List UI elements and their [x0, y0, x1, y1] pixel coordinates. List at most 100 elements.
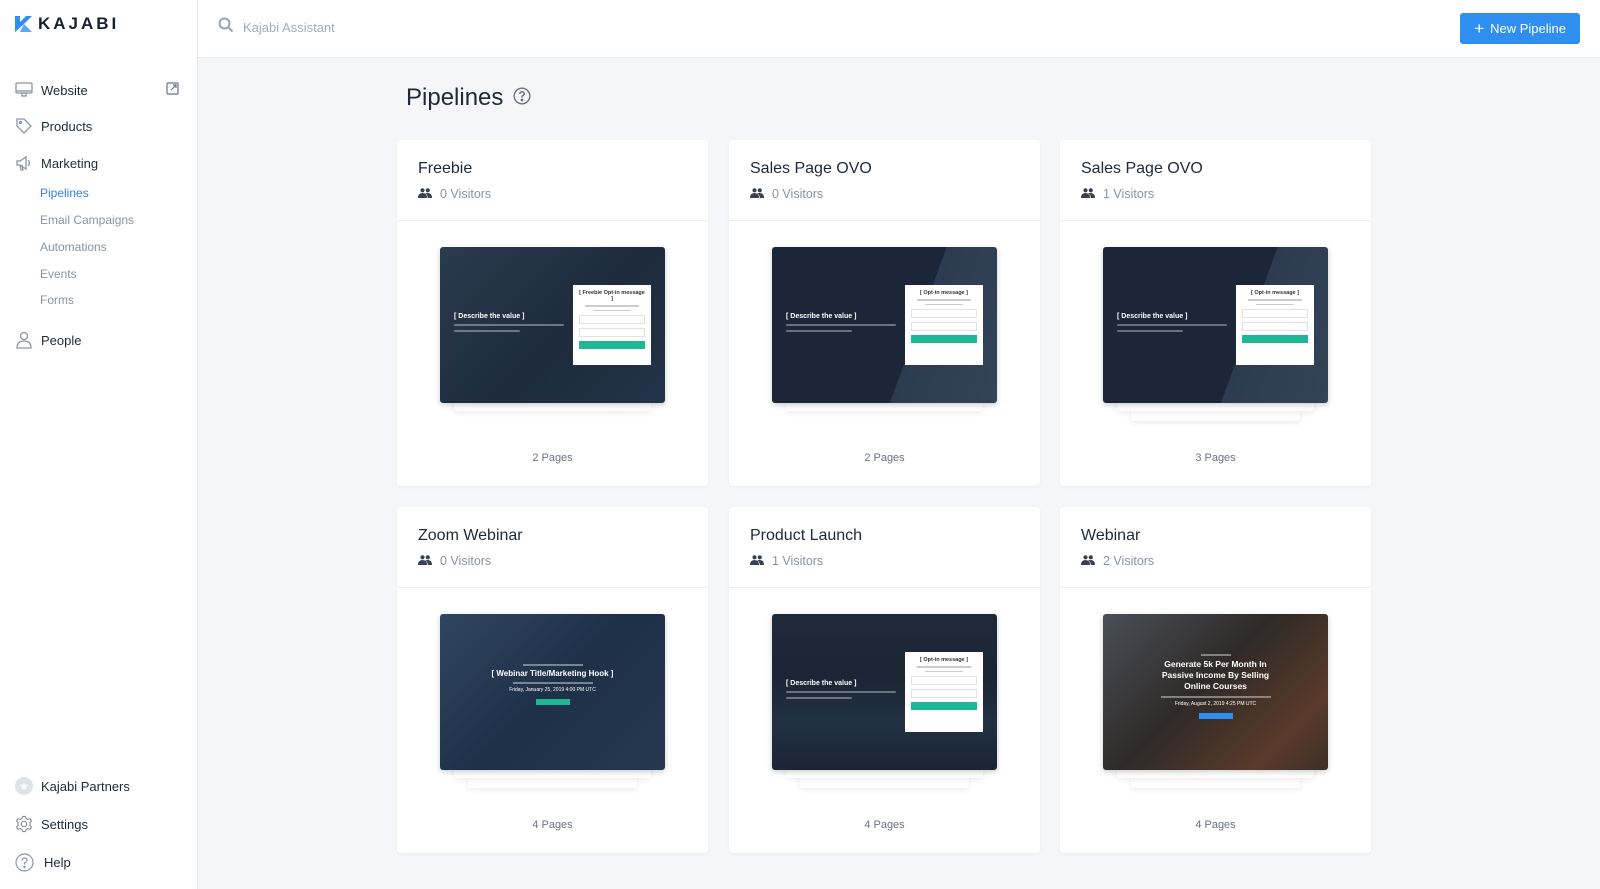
sidebar-item-marketing[interactable]: Marketing: [14, 151, 179, 175]
external-link-icon[interactable]: [166, 82, 179, 98]
sidebar-item-label: Settings: [41, 816, 88, 832]
thumbnail-form-title: [ Opt-in message ]: [1251, 290, 1299, 296]
pipeline-card[interactable]: Webinar 2 Visitors Generate 5k Per Month…: [1060, 507, 1371, 853]
pipeline-pages-count: 2 Pages: [532, 452, 573, 464]
thumbnail-heading: [ Webinar Title/Marketing Hook ]: [491, 669, 614, 678]
sidebar-item-products[interactable]: Products: [14, 114, 179, 138]
pipeline-pages-count: 4 Pages: [864, 819, 905, 831]
landing-page-thumbnail: [ Describe the value ] [ Freebie Opt-in m…: [440, 247, 665, 403]
kajabi-logo[interactable]: KAJABI: [15, 14, 119, 34]
thumbnail-heading: [ Describe the value ]: [786, 313, 857, 320]
pipeline-card[interactable]: Sales Page OVO 0 Visitors [ Describe the…: [729, 140, 1040, 486]
thumbnail-heading: [ Describe the value ]: [786, 680, 857, 687]
pipeline-card-header: Webinar 2 Visitors: [1060, 507, 1371, 588]
landing-page-thumbnail: [ Describe the value ] [ Opt-in message ]: [772, 614, 997, 770]
visitors-count: 1 Visitors: [1103, 187, 1155, 201]
visitors-count: 0 Visitors: [772, 187, 824, 201]
pipeline-card[interactable]: Sales Page OVO 1 Visitors [ Describe the…: [1060, 140, 1371, 486]
pipeline-title: Freebie: [418, 160, 473, 177]
pipeline-title: Webinar: [1081, 527, 1141, 544]
pipeline-preview[interactable]: [ Describe the value ] [ Freebie Opt-in m…: [440, 247, 665, 411]
pipeline-preview[interactable]: [ Describe the value ] [ Opt-in message ]: [1103, 247, 1328, 421]
pipeline-visitors: 2 Visitors: [1081, 554, 1350, 568]
pipeline-card-header: Freebie 0 Visitors: [397, 140, 708, 221]
megaphone-icon: [14, 153, 34, 173]
thumbnail-heading: [ Describe the value ]: [454, 313, 525, 320]
thumbnail-date: Friday, January 25, 2019 4:00 PM UTC: [509, 687, 596, 693]
pipeline-card-header: Sales Page OVO 0 Visitors: [729, 140, 1040, 221]
people-icon: [1081, 187, 1095, 201]
pipeline-title: Sales Page OVO: [750, 160, 872, 177]
sidebar-item-people[interactable]: People: [14, 328, 179, 352]
pipeline-visitors: 0 Visitors: [418, 554, 687, 568]
monitor-icon: [14, 80, 34, 100]
pipeline-card-header: Product Launch 1 Visitors: [729, 507, 1040, 588]
pipeline-card[interactable]: Freebie 0 Visitors [ Describe the value …: [397, 140, 708, 486]
sidebar-subitem-pipelines[interactable]: Pipelines: [40, 186, 89, 200]
search-icon: [218, 17, 234, 38]
pipeline-visitors: 1 Visitors: [1081, 187, 1350, 201]
brand-name: KAJABI: [38, 14, 120, 33]
visitors-count: 1 Visitors: [772, 554, 824, 568]
sidebar-subitem-forms[interactable]: Forms: [40, 293, 74, 307]
visitors-count: 0 Visitors: [440, 187, 492, 201]
pipeline-preview[interactable]: [ Describe the value ] [ Opt-in message ]: [772, 614, 997, 788]
help-circle-icon[interactable]: [513, 86, 531, 110]
help-circle-icon: [14, 852, 34, 872]
pipeline-card-header: Sales Page OVO 1 Visitors: [1060, 140, 1371, 221]
sidebar-item-settings[interactable]: Settings: [14, 812, 179, 836]
pipeline-visitors: 0 Visitors: [418, 187, 687, 201]
thumbnail-hero-text: [ Describe the value ]: [786, 313, 896, 332]
landing-page-thumbnail: Generate 5k Per Month In Passive Income …: [1103, 614, 1328, 770]
thumbnail-heading: [ Describe the value ]: [1117, 313, 1188, 320]
sidebar-subitem-automations[interactable]: Automations: [40, 240, 107, 254]
thumbnail-optin-form: [ Opt-in message ]: [905, 285, 983, 365]
sidebar-item-label: People: [41, 332, 82, 348]
pipeline-title: Product Launch: [750, 527, 863, 544]
tag-icon: [14, 116, 34, 136]
sidebar-item-label: Kajabi Partners: [41, 778, 130, 794]
thumbnail-heading: Generate 5k Per Month In Passive Income …: [1161, 659, 1270, 691]
new-pipeline-label: New Pipeline: [1490, 21, 1566, 36]
pipeline-preview[interactable]: Generate 5k Per Month In Passive Income …: [1103, 614, 1328, 788]
top-bar: + New Pipeline: [198, 0, 1600, 58]
pipeline-preview[interactable]: [ Webinar Title/Marketing Hook ] Friday, …: [440, 614, 665, 788]
sidebar-item-kajabi-partners[interactable]: Kajabi Partners: [14, 774, 179, 798]
sidebar-item-label: Marketing: [41, 155, 99, 171]
pipeline-pages-count: 4 Pages: [1195, 819, 1236, 831]
landing-page-thumbnail: [ Describe the value ] [ Opt-in message ]: [772, 247, 997, 403]
visitors-count: 0 Visitors: [440, 554, 492, 568]
sidebar-item-website[interactable]: Website: [14, 78, 179, 102]
pipeline-visitors: 1 Visitors: [750, 554, 1019, 568]
people-icon: [750, 554, 764, 568]
thumbnail-date: Friday, August 2, 2019 4:25 PM UTC: [1174, 701, 1257, 707]
thumbnail-hero-text: [ Describe the value ]: [786, 680, 896, 699]
thumbnail-hero-text: [ Describe the value ]: [454, 313, 564, 332]
pipeline-preview[interactable]: [ Describe the value ] [ Opt-in message ]: [772, 247, 997, 411]
sidebar-item-label: Help: [44, 854, 71, 870]
pipeline-pages-count: 4 Pages: [532, 819, 573, 831]
pipeline-title: Zoom Webinar: [418, 527, 523, 544]
thumbnail-hero-text: [ Describe the value ]: [1117, 313, 1227, 332]
new-pipeline-button[interactable]: + New Pipeline: [1460, 13, 1580, 44]
sidebar-subitem-events[interactable]: Events: [40, 267, 77, 281]
sidebar-subitem-email-campaigns[interactable]: Email Campaigns: [40, 213, 134, 227]
sidebar: KAJABI Website Products Marketing Pipeli…: [0, 0, 198, 889]
star-badge-icon: [14, 776, 34, 796]
thumbnail-optin-form: [ Opt-in message ]: [905, 652, 983, 732]
sidebar-item-help[interactable]: Help: [14, 850, 179, 874]
visitors-count: 2 Visitors: [1103, 554, 1155, 568]
landing-page-thumbnail: [ Webinar Title/Marketing Hook ] Friday, …: [440, 614, 665, 770]
pipeline-card-header: Zoom Webinar 0 Visitors: [397, 507, 708, 588]
landing-page-thumbnail: [ Describe the value ] [ Opt-in message ]: [1103, 247, 1328, 403]
search-bar[interactable]: [218, 17, 643, 38]
page-title: Pipelines: [406, 84, 504, 111]
search-input[interactable]: [243, 20, 643, 35]
pipeline-title: Sales Page OVO: [1081, 160, 1203, 177]
people-icon: [418, 187, 432, 201]
pipeline-card[interactable]: Product Launch 1 Visitors [ Describe the…: [729, 507, 1040, 853]
pipeline-pages-count: 2 Pages: [864, 452, 905, 464]
thumbnail-form-title: [ Opt-in message ]: [920, 657, 968, 663]
people-icon: [750, 187, 764, 201]
pipeline-card[interactable]: Zoom Webinar 0 Visitors [ Webinar Title/…: [397, 507, 708, 853]
